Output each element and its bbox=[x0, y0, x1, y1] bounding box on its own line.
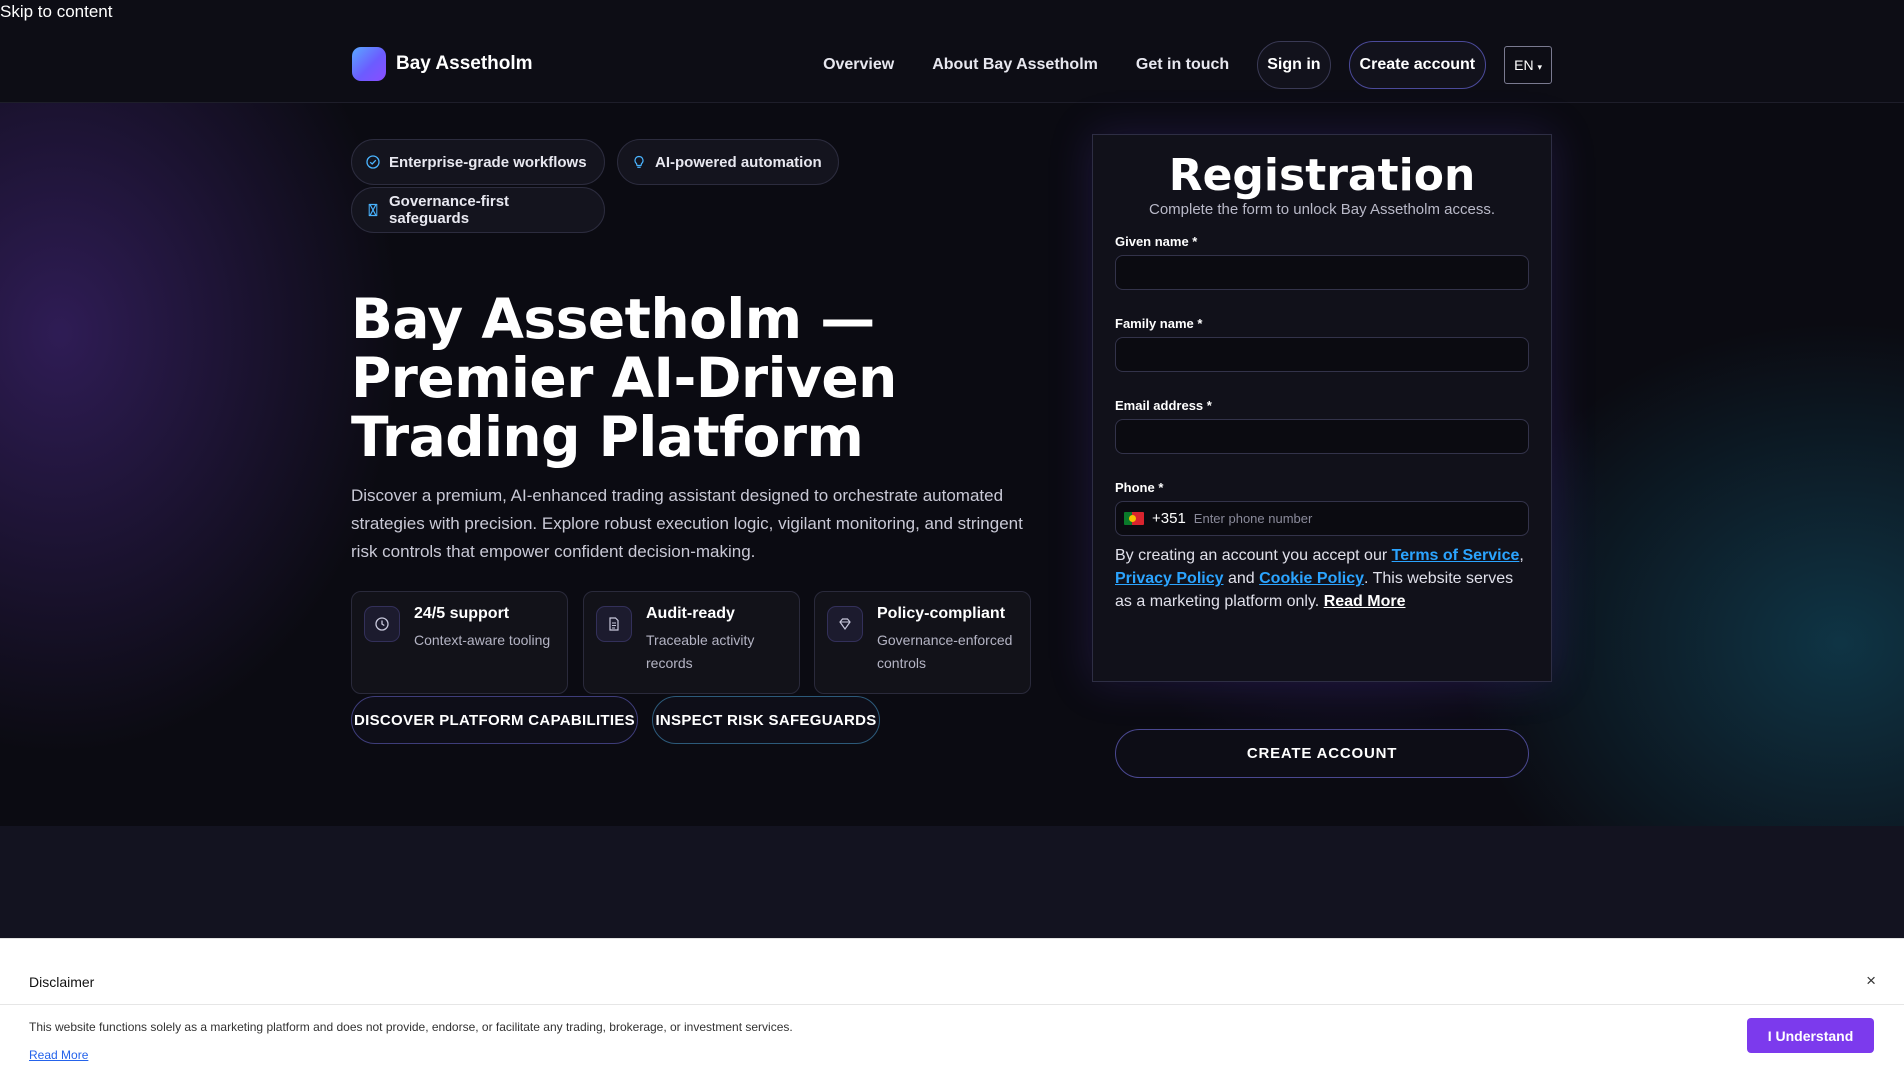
i-understand-button[interactable]: I Understand bbox=[1747, 1018, 1874, 1053]
given-name-input[interactable] bbox=[1115, 255, 1529, 290]
hero-title: Bay Assetholm — Premier AI-Driven Tradin… bbox=[351, 287, 897, 469]
feature-title: 24/5 support bbox=[414, 605, 510, 622]
disclaimer-banner: Disclaimer × This website functions sole… bbox=[0, 938, 1904, 1078]
cookie-policy-link[interactable]: Cookie Policy bbox=[1259, 570, 1364, 587]
hero-description: Discover a premium, AI-enhanced trading … bbox=[351, 486, 1023, 561]
feature-card-policy: Policy-compliant Governance-enforced con… bbox=[814, 591, 1031, 694]
diamond-icon bbox=[827, 606, 863, 642]
email-input[interactable] bbox=[1115, 419, 1529, 454]
disclaimer-read-more-link[interactable]: Read More bbox=[29, 1048, 88, 1062]
portugal-flag-icon[interactable] bbox=[1124, 512, 1144, 525]
registration-subtitle: Complete the form to unlock Bay Assethol… bbox=[1149, 201, 1495, 218]
lightbulb-icon bbox=[632, 155, 646, 169]
sign-in-button[interactable]: Sign in bbox=[1257, 41, 1331, 89]
chip-governance: Governance-first safeguards bbox=[351, 187, 605, 233]
given-name-label: Given name * bbox=[1115, 234, 1198, 249]
clock-icon bbox=[364, 606, 400, 642]
inspect-safeguards-button[interactable]: INSPECT RISK SAFEGUARDS bbox=[652, 696, 880, 744]
create-account-submit-button[interactable]: CREATE ACCOUNT bbox=[1115, 729, 1529, 778]
feature-card-support: 24/5 support Context-aware tooling bbox=[351, 591, 568, 694]
logo-icon bbox=[352, 47, 386, 81]
feature-subtitle: Context-aware tooling bbox=[414, 632, 551, 648]
family-name-label: Family name * bbox=[1115, 316, 1203, 331]
site-header: Bay Assetholm Overview About Bay Assetho… bbox=[0, 0, 1904, 103]
phone-input[interactable] bbox=[1193, 511, 1494, 526]
phone-field: +351 bbox=[1115, 501, 1529, 536]
disclaimer-body: This website functions solely as a marke… bbox=[29, 1020, 793, 1034]
chevron-down-icon: ▾ bbox=[1537, 62, 1542, 72]
terms-prefix: By creating an account you accept our bbox=[1115, 547, 1392, 564]
check-circle-icon bbox=[366, 155, 380, 169]
feature-subtitle: Traceable activity records bbox=[646, 632, 755, 671]
terms-and: and bbox=[1223, 570, 1260, 587]
lower-section bbox=[0, 826, 1904, 938]
brand-name: Bay Assetholm bbox=[396, 53, 533, 74]
language-value: EN bbox=[1514, 57, 1534, 73]
terms-read-more-link[interactable]: Read More bbox=[1324, 593, 1406, 610]
nav-link-contact[interactable]: Get in touch bbox=[1126, 56, 1239, 74]
skip-to-content-link[interactable]: Skip to content bbox=[0, 2, 112, 22]
close-icon[interactable]: × bbox=[1866, 971, 1876, 991]
language-selector[interactable]: EN ▾ bbox=[1504, 46, 1552, 84]
brand-logo[interactable]: Bay Assetholm bbox=[352, 47, 533, 81]
privacy-policy-link[interactable]: Privacy Policy bbox=[1115, 570, 1224, 587]
feature-subtitle: Governance-enforced controls bbox=[877, 632, 1013, 671]
email-label: Email address * bbox=[1115, 398, 1212, 413]
chip-label: Governance-first safeguards bbox=[389, 193, 510, 227]
terms-comma: , bbox=[1519, 547, 1524, 564]
nav-link-overview[interactable]: Overview bbox=[813, 56, 904, 74]
create-account-nav-button[interactable]: Create account bbox=[1348, 41, 1487, 89]
chip-label: AI-powered automation bbox=[655, 153, 822, 171]
main-nav: Overview About Bay Assetholm Get in touc… bbox=[813, 41, 1552, 89]
disclaimer-header: Disclaimer × bbox=[0, 939, 1904, 1005]
registration-form: Registration Complete the form to unlock… bbox=[1092, 134, 1552, 682]
feature-title: Audit-ready bbox=[646, 605, 735, 622]
disclaimer-title: Disclaimer bbox=[29, 974, 95, 990]
chip-enterprise: Enterprise-grade workflows bbox=[351, 139, 605, 185]
chip-label: Enterprise-grade workflows bbox=[389, 153, 587, 171]
nav-link-about[interactable]: About Bay Assetholm bbox=[922, 56, 1108, 74]
dial-code: +351 bbox=[1152, 510, 1186, 527]
hourglass-icon bbox=[366, 203, 380, 217]
terms-of-service-link[interactable]: Terms of Service bbox=[1392, 547, 1520, 564]
terms-text: By creating an account you accept our Te… bbox=[1115, 544, 1529, 613]
feature-card-audit: Audit-ready Traceable activity records bbox=[583, 591, 800, 694]
family-name-input[interactable] bbox=[1115, 337, 1529, 372]
chip-ai-automation: AI-powered automation bbox=[617, 139, 839, 185]
hero-section: Enterprise-grade workflows AI-powered au… bbox=[0, 103, 1904, 826]
document-icon bbox=[596, 606, 632, 642]
discover-capabilities-button[interactable]: DISCOVER PLATFORM CAPABILITIES bbox=[351, 696, 638, 744]
registration-title: Registration bbox=[1168, 150, 1476, 201]
phone-label: Phone * bbox=[1115, 480, 1164, 495]
feature-title: Policy-compliant bbox=[877, 605, 1006, 622]
